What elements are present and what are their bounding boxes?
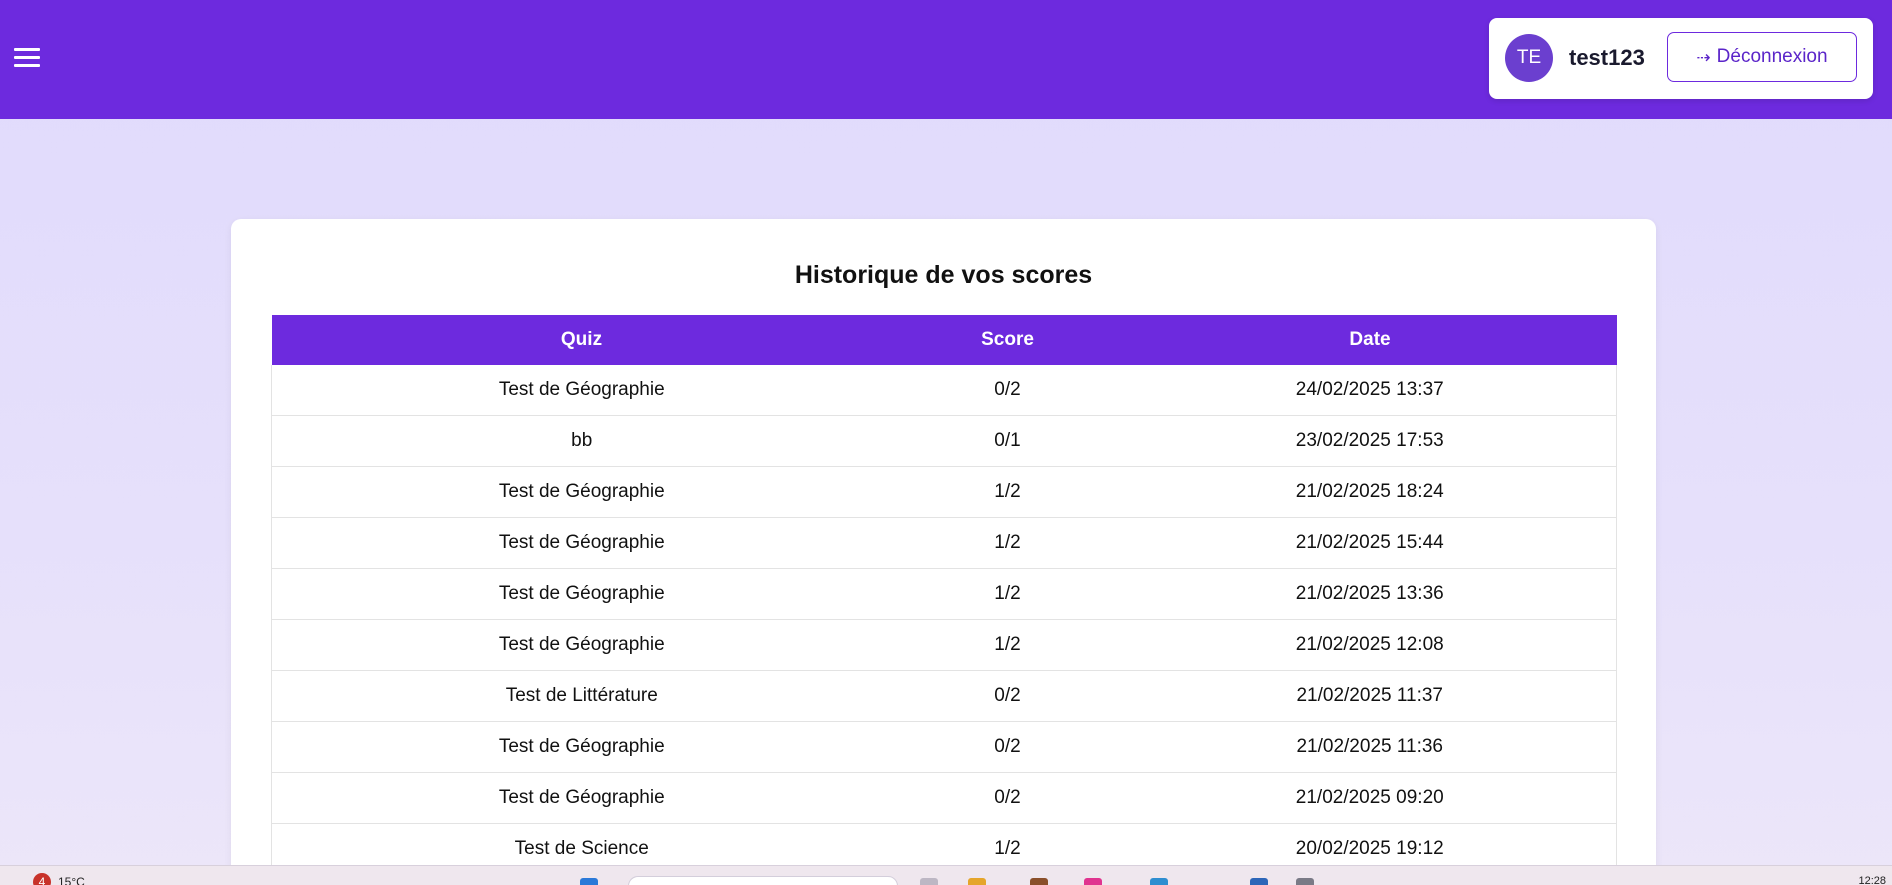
cell-score: 1/2 [891, 619, 1124, 671]
table-row: Test de Géographie 0/2 21/02/2025 11:36 [271, 721, 1617, 773]
avatar: TE [1505, 34, 1553, 82]
cell-quiz: Test de Géographie [271, 772, 892, 824]
cell-date: 23/02/2025 17:53 [1123, 415, 1617, 467]
table-row: Test de Géographie 1/2 21/02/2025 13:36 [271, 568, 1617, 620]
weather-temperature[interactable]: 15°C [58, 875, 85, 885]
cell-date: 21/02/2025 13:36 [1123, 568, 1617, 620]
cell-quiz: Test de Géographie [271, 619, 892, 671]
score-history-table: Quiz Score Date Test de Géographie 0/2 2… [271, 315, 1617, 875]
username-label: test123 [1569, 45, 1645, 70]
column-header-quiz: Quiz [271, 315, 892, 365]
cell-score: 1/2 [891, 568, 1124, 620]
table-row: bb 0/1 23/02/2025 17:53 [271, 415, 1617, 467]
column-header-date: Date [1123, 315, 1617, 365]
taskbar-search-input[interactable] [628, 876, 898, 885]
cell-date: 21/02/2025 15:44 [1123, 517, 1617, 569]
app-icon[interactable] [1030, 878, 1048, 885]
cell-quiz: Test de Géographie [271, 568, 892, 620]
page-title: Historique de vos scores [794, 261, 1093, 289]
cell-date: 21/02/2025 18:24 [1123, 466, 1617, 518]
logout-button[interactable]: ⇢ Déconnexion [1667, 32, 1857, 82]
cell-date: 21/02/2025 11:37 [1123, 670, 1617, 722]
table-row: Test de Littérature 0/2 21/02/2025 11:37 [271, 670, 1617, 722]
table-header-row: Quiz Score Date [271, 315, 1617, 365]
app-icon[interactable] [920, 878, 938, 885]
taskbar-clock[interactable]: 12:28 [1858, 875, 1886, 885]
cell-quiz: Test de Géographie [271, 466, 892, 518]
cell-score: 0/2 [891, 670, 1124, 722]
column-header-score: Score [891, 315, 1124, 365]
top-navbar: TE test123 ⇢ Déconnexion [0, 0, 1892, 119]
weather-badge[interactable]: 4 [33, 873, 51, 885]
cell-date: 21/02/2025 11:36 [1123, 721, 1617, 773]
cell-date: 21/02/2025 12:08 [1123, 619, 1617, 671]
cell-quiz: Test de Littérature [271, 670, 892, 722]
user-panel: TE test123 ⇢ Déconnexion [1489, 18, 1873, 99]
cell-quiz: Test de Géographie [271, 517, 892, 569]
start-icon[interactable] [580, 878, 598, 885]
folder-icon[interactable] [968, 878, 986, 885]
table-row: Test de Géographie 0/2 21/02/2025 09:20 [271, 772, 1617, 824]
cell-quiz: bb [271, 415, 892, 467]
table-row: Test de Géographie 1/2 21/02/2025 18:24 [271, 466, 1617, 518]
cell-score: 1/2 [891, 517, 1124, 569]
app-icon[interactable] [1296, 878, 1314, 885]
cell-quiz: Test de Géographie [271, 365, 892, 416]
table-row: Test de Géographie 1/2 21/02/2025 12:08 [271, 619, 1617, 671]
app-icon[interactable] [1150, 878, 1168, 885]
app-icon[interactable] [1250, 878, 1268, 885]
arrow-right-icon: ⇢ [1696, 47, 1711, 67]
score-history-card: Historique de vos scores Quiz Score Date… [231, 219, 1656, 885]
hamburger-menu-icon[interactable] [14, 47, 40, 69]
cell-date: 21/02/2025 09:20 [1123, 772, 1617, 824]
cell-date: 24/02/2025 13:37 [1123, 365, 1617, 416]
cell-score: 0/1 [891, 415, 1124, 467]
logout-button-label: Déconnexion [1716, 46, 1828, 67]
cell-score: 0/2 [891, 772, 1124, 824]
table-row: Test de Géographie 0/2 24/02/2025 13:37 [271, 365, 1617, 416]
cell-quiz: Test de Géographie [271, 721, 892, 773]
app-icon[interactable] [1084, 878, 1102, 885]
os-taskbar: 4 15°C 12:28 [0, 865, 1892, 885]
cell-score: 0/2 [891, 721, 1124, 773]
cell-score: 1/2 [891, 466, 1124, 518]
cell-score: 0/2 [891, 365, 1124, 416]
table-row: Test de Géographie 1/2 21/02/2025 15:44 [271, 517, 1617, 569]
